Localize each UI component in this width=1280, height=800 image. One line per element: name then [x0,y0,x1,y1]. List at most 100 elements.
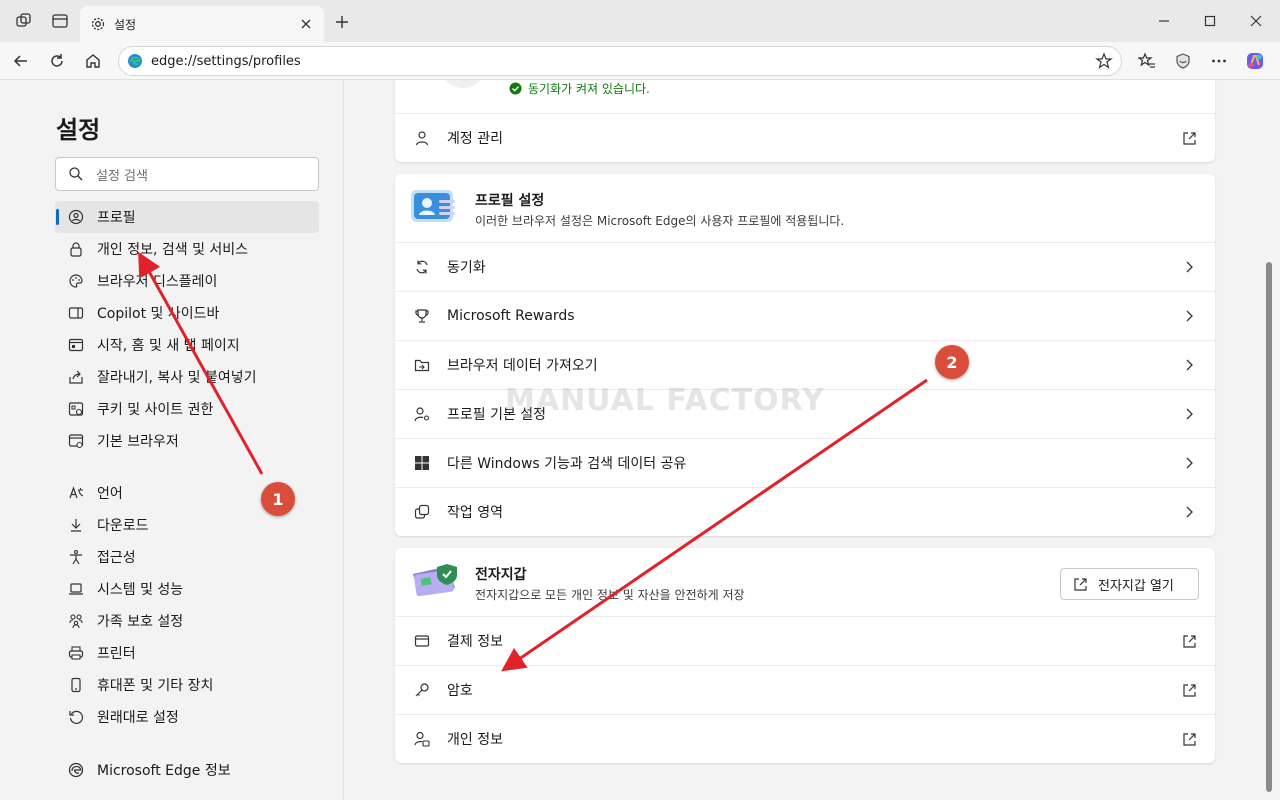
row-passwords[interactable]: 암호 [395,665,1215,714]
settings-search-input[interactable]: 설정 검색 [55,157,319,191]
family-icon [67,612,85,630]
person-icon [413,129,431,147]
refresh-icon[interactable] [46,50,68,72]
more-options-icon[interactable] [1209,51,1229,71]
gear-icon [90,16,106,32]
browser-essentials-icon[interactable] [1173,51,1193,71]
sidebar-item-profiles[interactable]: 프로필 [55,201,319,233]
minimize-icon[interactable] [1141,8,1187,34]
row-sync[interactable]: 동기화 [395,242,1215,291]
sidebar-item-family[interactable]: 가족 보호 설정 [55,605,319,637]
chevron-right-icon [1181,357,1197,373]
sidebar-item-start-home[interactable]: 시작, 홈 및 새 탭 페이지 [55,329,319,361]
row-personal-info[interactable]: 개인 정보 [395,714,1215,763]
sync-status-text: 동기화가 켜져 있습니다. [528,82,650,96]
printer-icon [67,644,85,662]
sidebar-item-phone[interactable]: 휴대폰 및 기타 장치 [55,669,319,701]
profile-settings-description: 이러한 브라우저 설정은 Microsoft Edge의 사용자 프로필에 적용… [475,214,845,228]
wallet-title: 전자지갑 [475,567,527,583]
accessibility-icon [67,548,85,566]
language-icon [67,484,85,502]
check-circle-icon [509,82,522,95]
tab-settings[interactable]: 설정 [80,6,324,42]
sidebar-item-about[interactable]: Microsoft Edge 정보 [55,754,319,786]
tab-title: 설정 [114,17,137,32]
row-windows-share[interactable]: 다른 Windows 기능과 검색 데이터 공유 [395,438,1215,487]
row-rewards[interactable]: Microsoft Rewards [395,291,1215,340]
maximize-icon[interactable] [1187,8,1233,34]
row-label: 다른 Windows 기능과 검색 데이터 공유 [447,456,687,472]
account-manage-row[interactable]: 계정 관리 [395,113,1215,162]
windows-icon [413,454,431,472]
trophy-icon [413,307,431,325]
profile-settings-title: 프로필 설정 [475,193,545,209]
key-icon [413,681,431,699]
external-link-icon [1181,130,1197,146]
row-workspaces[interactable]: 작업 영역 [395,487,1215,536]
sidebar-item-reset[interactable]: 원래대로 설정 [55,701,319,733]
chevron-right-icon [1181,406,1197,422]
new-tab-icon[interactable] [332,12,352,32]
close-window-icon[interactable] [1233,8,1279,34]
row-label: 브라우저 데이터 가져오기 [447,358,598,374]
avatar [440,80,486,88]
settings-sidebar: 설정 설정 검색 프로필 개인 정보, 검색 및 서비스 브라우저 디스플레이 … [0,80,344,800]
workspaces-icon [413,503,431,521]
edge-icon [67,761,85,779]
profile-settings-icon [413,405,431,423]
workspaces-icon[interactable] [14,11,34,31]
close-tab-icon[interactable] [298,16,314,32]
sidebar-item-label: 기본 브라우저 [97,434,179,450]
account-card: 동기화가 켜져 있습니다. 계정 관리 [395,80,1215,162]
row-label: 동기화 [447,260,486,276]
sidebar-icon [67,304,85,322]
sync-status: 동기화가 켜져 있습니다. [509,80,650,97]
sidebar-item-privacy[interactable]: 개인 정보, 검색 및 서비스 [55,233,319,265]
person-info-icon [413,730,431,748]
sidebar-item-printers[interactable]: 프린터 [55,637,319,669]
sidebar-item-copilot[interactable]: Copilot 및 사이드바 [55,297,319,329]
sidebar-item-share[interactable]: 잘라내기, 복사 및 붙여넣기 [55,361,319,393]
home-icon[interactable] [82,50,104,72]
profile-settings-card: 프로필 설정 이러한 브라우저 설정은 Microsoft Edge의 사용자 … [395,174,1215,536]
palette-icon [67,272,85,290]
sidebar-item-label: 개인 정보, 검색 및 서비스 [97,242,249,258]
sidebar-item-system[interactable]: 시스템 및 성능 [55,573,319,605]
back-icon[interactable] [10,50,32,72]
profile-settings-illustration [411,188,459,224]
sidebar-item-label: 가족 보호 설정 [97,614,184,630]
sidebar-item-label: 프린터 [97,646,136,662]
sidebar-item-accessibility[interactable]: 접근성 [55,541,319,573]
share-icon [67,368,85,386]
copilot-icon[interactable] [1245,51,1265,71]
favorite-star-icon[interactable] [1095,52,1113,70]
settings-main: 동기화가 켜져 있습니다. 계정 관리 프로필 설정 이러한 브라우저 설정은 … [345,80,1280,800]
scrollbar-thumb[interactable] [1266,262,1272,792]
phone-icon [67,676,85,694]
row-import-data[interactable]: 브라우저 데이터 가져오기 [395,340,1215,389]
address-bar[interactable]: edge://settings/profiles [118,46,1122,76]
external-link-icon [1073,577,1088,592]
row-payment-info[interactable]: 결제 정보 [395,616,1215,665]
wallet-description: 전자지갑으로 모든 개인 정보 및 자산을 안전하게 저장 [475,588,745,602]
vertical-tabs-icon[interactable] [50,11,70,31]
row-label: 작업 영역 [447,505,503,521]
sidebar-title: 설정 [56,116,101,144]
search-placeholder: 설정 검색 [96,168,148,184]
browser-icon [67,432,85,450]
annotation-badge-2: 2 [935,345,969,379]
sidebar-item-cookies[interactable]: 쿠키 및 사이트 권한 [55,393,319,425]
sidebar-item-default-browser[interactable]: 기본 브라우저 [55,425,319,457]
chevron-right-icon [1181,308,1197,324]
sidebar-item-label: 시작, 홈 및 새 탭 페이지 [97,338,240,354]
annotation-badge-1: 1 [261,482,295,516]
sidebar-item-label: 휴대폰 및 기타 장치 [97,678,214,694]
sidebar-item-label: Microsoft Edge 정보 [97,763,231,779]
row-label: 암호 [447,683,473,699]
title-bar: 설정 [0,0,1280,42]
sidebar-item-appearance[interactable]: 브라우저 디스플레이 [55,265,319,297]
sidebar-item-label: 잘라내기, 복사 및 붙여넣기 [97,370,257,386]
favorites-icon[interactable] [1137,51,1157,71]
cookie-icon [67,400,85,418]
open-wallet-button[interactable]: 전자지갑 열기 [1060,568,1199,600]
